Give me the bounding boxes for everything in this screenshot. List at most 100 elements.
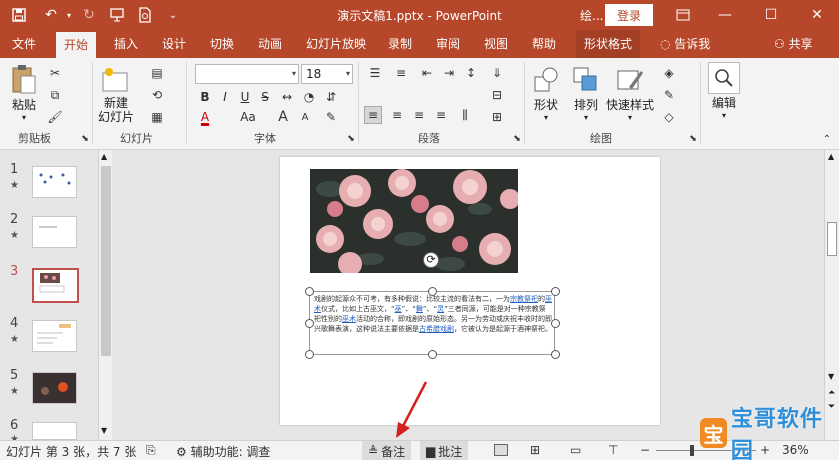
slide-thumbnail-2[interactable] xyxy=(32,216,77,248)
columns-icon[interactable]: ⫼ xyxy=(456,106,474,124)
justify-icon[interactable]: ≡ xyxy=(432,106,450,124)
clear-format-icon[interactable]: ✎ xyxy=(322,108,340,126)
text-box[interactable]: 戏剧的起源众不可考，有多种假说：比较主流的看法有二，一为宗教祭祀的巫术 仪式，比如… xyxy=(305,287,560,359)
current-slide[interactable]: ⟳ 戏剧的起源众不可考，有多种假说：比较主流的看法有二，一为宗教祭祀的巫术 仪式，… xyxy=(280,157,660,425)
resize-handle[interactable] xyxy=(305,319,314,328)
slideshow-view-icon[interactable]: ⊤ xyxy=(608,443,618,457)
slide-thumbnail-5[interactable] xyxy=(32,372,77,404)
scroll-up-icon[interactable]: ▲ xyxy=(101,152,107,161)
new-slide-button[interactable]: 新建 幻灯片 xyxy=(98,64,134,124)
font-size-select[interactable]: 18 ▾ xyxy=(301,64,353,84)
ribbon-display-icon[interactable] xyxy=(660,0,706,30)
align-text-icon[interactable]: ⊟ xyxy=(488,86,506,104)
zoom-slider-thumb[interactable] xyxy=(690,445,694,456)
quick-styles-button[interactable]: 快速样式 ▾ xyxy=(606,64,654,122)
scroll-thumb[interactable] xyxy=(101,166,111,356)
reset-icon[interactable]: ⟲ xyxy=(148,86,166,104)
slide-body-text[interactable]: 戏剧的起源众不可考，有多种假说：比较主流的看法有二，一为宗教祭祀的巫术 仪式，比如… xyxy=(314,294,552,354)
spell-check-icon[interactable]: ⎘ xyxy=(146,443,156,458)
hyperlink[interactable]: 舞 xyxy=(416,305,423,313)
hyperlink[interactable]: 宗教祭祀 xyxy=(510,295,538,303)
resize-handle[interactable] xyxy=(551,350,560,359)
shapes-button[interactable]: 形状 ▾ xyxy=(530,64,562,122)
resize-handle[interactable] xyxy=(551,319,560,328)
arrange-button[interactable]: 排列 ▾ xyxy=(570,64,602,122)
slide-sorter-icon[interactable]: ⊞ xyxy=(530,443,540,457)
copy-icon[interactable]: ⧉ xyxy=(46,86,64,104)
italic-button[interactable]: I xyxy=(216,88,234,106)
shrink-font-button[interactable]: A xyxy=(296,108,314,126)
layout-icon[interactable]: ▤ xyxy=(148,64,166,82)
editing-button[interactable]: 编辑 ▾ xyxy=(708,62,740,120)
section-icon[interactable]: ▦ xyxy=(148,108,166,126)
tab-tell-me[interactable]: ◌ 告诉我 xyxy=(652,30,718,58)
numbering-icon[interactable]: ≡ xyxy=(392,64,410,82)
paste-button[interactable]: 粘贴 ▾ xyxy=(8,64,40,122)
tab-design[interactable]: 设计 xyxy=(154,30,194,58)
reading-view-icon[interactable]: ▭ xyxy=(570,443,581,457)
resize-handle[interactable] xyxy=(428,350,437,359)
resize-handle[interactable] xyxy=(551,287,560,296)
tab-transitions[interactable]: 切换 xyxy=(202,30,242,58)
increase-indent-icon[interactable]: ⇥ xyxy=(440,64,458,82)
login-button[interactable]: 登录 xyxy=(605,4,653,26)
zoom-out-icon[interactable]: − xyxy=(640,443,650,457)
tab-review[interactable]: 审阅 xyxy=(428,30,468,58)
accessibility-status[interactable]: ⚙ 辅助功能: 调查 xyxy=(176,443,270,460)
scroll-up-icon[interactable]: ▲ xyxy=(828,152,834,161)
underline-button[interactable]: U xyxy=(236,88,254,106)
change-case-icon[interactable]: ⇵ xyxy=(322,88,340,106)
bold-button[interactable]: B xyxy=(196,88,214,106)
shape-effects-icon[interactable]: ◇ xyxy=(660,108,678,126)
format-painter-icon[interactable]: 🖌 xyxy=(46,108,64,126)
editor-scrollbar[interactable]: ▲ ▼ ⏶ ⏷ xyxy=(824,150,839,440)
collapse-ribbon-icon[interactable]: ⌃ xyxy=(818,130,836,148)
rotate-handle-icon[interactable]: ⟳ xyxy=(423,252,439,268)
strikethrough-button[interactable]: S xyxy=(256,88,274,106)
slide-thumbnail-6[interactable] xyxy=(32,422,77,440)
change-case-button[interactable]: Aa xyxy=(234,108,262,126)
char-spacing-icon[interactable]: ↔ xyxy=(278,88,296,106)
shape-fill-icon[interactable]: ◈ xyxy=(660,64,678,82)
resize-handle[interactable] xyxy=(305,287,314,296)
line-spacing-icon[interactable]: ↕ xyxy=(462,64,480,82)
resize-handle[interactable] xyxy=(428,287,437,296)
share-button[interactable]: ⚇ 共享 xyxy=(766,30,821,58)
notes-button[interactable]: ≜ 备注 xyxy=(362,441,412,460)
hyperlink[interactable]: 古希腊戏剧 xyxy=(419,325,454,333)
shadow-icon[interactable]: ◔ xyxy=(300,88,318,106)
prev-slide-icon[interactable]: ⏶ xyxy=(828,388,835,398)
minimize-icon[interactable]: — xyxy=(702,0,748,30)
text-direction-icon[interactable]: ⇓ xyxy=(488,64,506,82)
tab-insert[interactable]: 插入 xyxy=(106,30,146,58)
resize-handle[interactable] xyxy=(305,350,314,359)
close-icon[interactable]: ✕ xyxy=(794,0,839,30)
scroll-thumb[interactable] xyxy=(827,222,837,256)
align-right-icon[interactable]: ≡ xyxy=(410,106,428,124)
tab-shape-format[interactable]: 形状格式 xyxy=(576,30,641,58)
hyperlink[interactable]: 巫术 xyxy=(342,315,356,323)
hyperlink[interactable]: 巫 xyxy=(395,305,402,313)
slide-thumbnail-4[interactable] xyxy=(32,320,77,352)
font-color-button[interactable]: A xyxy=(196,108,214,126)
normal-view-icon[interactable] xyxy=(494,444,508,456)
font-name-select[interactable]: ▾ xyxy=(195,64,299,84)
slide-thumbnail-1[interactable] xyxy=(32,166,77,198)
tab-view[interactable]: 视图 xyxy=(476,30,516,58)
tab-help[interactable]: 帮助 xyxy=(524,30,564,58)
user-name[interactable]: 绘... xyxy=(580,7,603,24)
tab-home[interactable]: 开始 xyxy=(56,32,97,58)
comments-button[interactable]: ▆ 批注 xyxy=(420,441,469,460)
cut-icon[interactable]: ✂ xyxy=(46,64,64,82)
grow-font-button[interactable]: A xyxy=(274,108,292,126)
slide-thumbnail-3[interactable] xyxy=(32,268,79,303)
tab-file[interactable]: 文件 xyxy=(4,30,44,58)
thumbnail-scrollbar[interactable]: ▲ ▼ xyxy=(98,150,112,440)
scroll-down-icon[interactable]: ▼ xyxy=(828,372,834,381)
scroll-down-icon[interactable]: ▼ xyxy=(101,426,107,435)
decrease-indent-icon[interactable]: ⇤ xyxy=(418,64,436,82)
tab-record[interactable]: 录制 xyxy=(380,30,420,58)
shape-outline-icon[interactable]: ✎ xyxy=(660,86,678,104)
tab-animations[interactable]: 动画 xyxy=(250,30,290,58)
rose-photo[interactable] xyxy=(310,169,518,273)
